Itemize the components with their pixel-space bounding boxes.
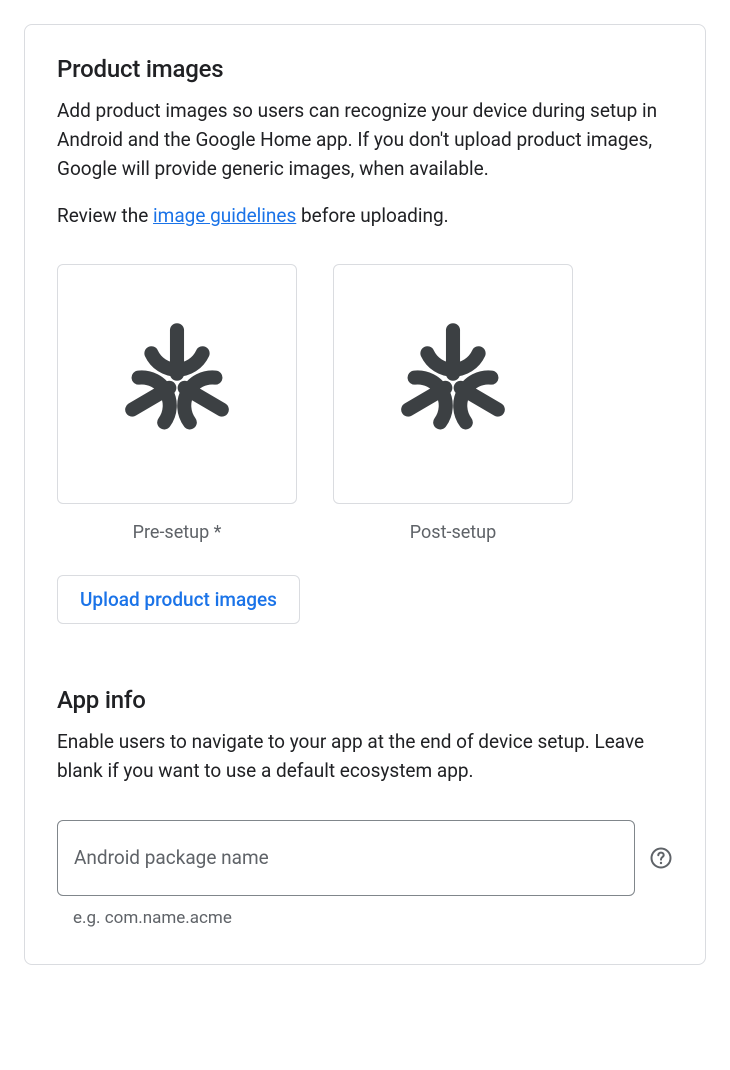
app-info-section: App info Enable users to navigate to you… — [57, 686, 673, 928]
upload-product-images-button[interactable]: Upload product images — [57, 575, 300, 624]
product-images-title: Product images — [57, 55, 673, 83]
settings-card: Product images Add product images so use… — [24, 24, 706, 965]
post-setup-caption: Post-setup — [410, 522, 496, 543]
app-info-title: App info — [57, 686, 673, 714]
pre-setup-slot: Pre-setup * — [57, 264, 297, 543]
help-icon[interactable] — [649, 846, 673, 870]
package-name-row — [57, 820, 673, 896]
post-setup-image-box[interactable] — [333, 264, 573, 504]
review-suffix: before uploading. — [296, 204, 448, 227]
pre-setup-caption: Pre-setup * — [133, 522, 222, 543]
image-guidelines-link[interactable]: image guidelines — [153, 204, 296, 227]
matter-logo-icon — [113, 320, 241, 448]
android-package-name-input[interactable] — [57, 820, 635, 896]
package-name-hint: e.g. com.name.acme — [57, 908, 673, 928]
app-info-description: Enable users to navigate to your app at … — [57, 728, 673, 786]
review-prefix: Review the — [57, 204, 153, 227]
product-images-description: Add product images so users can recogniz… — [57, 97, 673, 184]
matter-logo-icon — [389, 320, 517, 448]
image-slots-row: Pre-setup * Post-setu — [57, 264, 673, 543]
pre-setup-image-box[interactable] — [57, 264, 297, 504]
post-setup-slot: Post-setup — [333, 264, 573, 543]
product-images-section: Product images Add product images so use… — [57, 55, 673, 624]
review-guidelines-line: Review the image guidelines before uploa… — [57, 202, 673, 231]
